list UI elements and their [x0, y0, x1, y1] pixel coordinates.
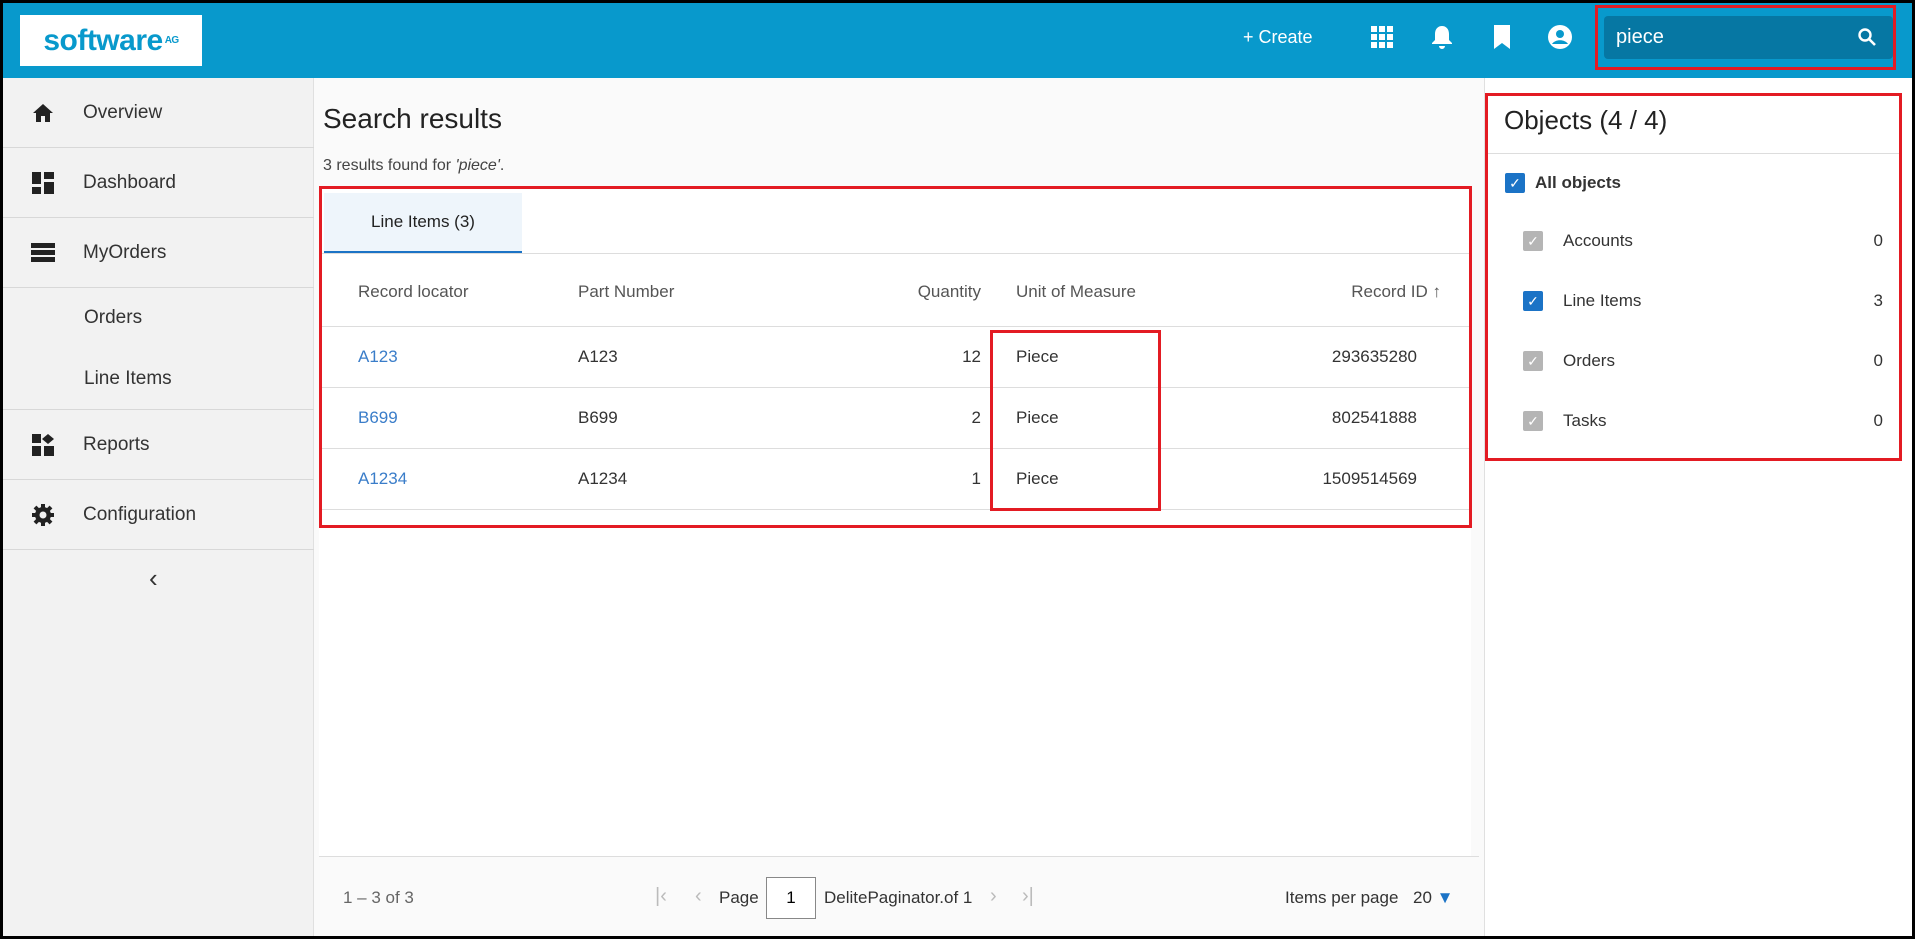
app: softwareAG + Create Overview Dashboard M…: [3, 3, 1912, 936]
logo[interactable]: software AG: [20, 15, 202, 66]
reports-icon: [3, 433, 83, 456]
bell-icon[interactable]: [1426, 21, 1458, 53]
list-icon: [3, 242, 83, 263]
sidebar: Overview Dashboard MyOrders Orders Line …: [3, 78, 314, 936]
page-input[interactable]: [766, 877, 816, 919]
dropdown-arrow-icon: ▼: [1436, 888, 1454, 907]
sidebar-item-line-items[interactable]: Line Items: [3, 348, 314, 410]
collapse-chevron-icon[interactable]: ‹: [149, 563, 158, 594]
items-per-page-select[interactable]: 20 ▼: [1413, 888, 1453, 908]
apps-grid-icon[interactable]: [1366, 21, 1398, 53]
sidebar-item-orders[interactable]: Orders: [3, 288, 314, 348]
search-input[interactable]: [1604, 16, 1893, 59]
items-per-page-label: Items per page: [1285, 888, 1399, 907]
range-label: 1 – 3 of 3: [343, 888, 414, 907]
sidebar-item-overview[interactable]: Overview: [3, 78, 314, 148]
sidebar-item-reports[interactable]: Reports: [3, 410, 314, 480]
page-label: Page: [719, 888, 759, 907]
page-title: Search results: [323, 103, 502, 134]
gear-icon: [3, 503, 83, 527]
next-page-icon[interactable]: ›: [990, 885, 997, 908]
sidebar-item-myorders[interactable]: MyOrders: [3, 218, 314, 288]
first-page-icon[interactable]: |‹: [655, 885, 667, 908]
page-count: DelitePaginator.of 1: [824, 888, 973, 907]
table-highlight: [319, 186, 1472, 528]
dashboard-icon: [3, 171, 83, 194]
last-page-icon[interactable]: ›|: [1022, 885, 1034, 908]
paginator: 1 – 3 of 3 |‹ ‹ Page DelitePaginator.of …: [319, 856, 1479, 936]
create-button[interactable]: + Create: [1243, 27, 1313, 48]
sidebar-item-configuration[interactable]: Configuration: [3, 480, 314, 550]
unit-column-highlight: [990, 330, 1161, 511]
search-icon[interactable]: [1857, 27, 1877, 52]
objects-highlight: [1485, 93, 1902, 461]
home-icon: [3, 103, 83, 123]
prev-page-icon[interactable]: ‹: [695, 885, 702, 908]
sidebar-item-dashboard[interactable]: Dashboard: [3, 148, 314, 218]
account-circle-icon[interactable]: [1544, 21, 1576, 53]
bookmark-icon[interactable]: [1486, 21, 1518, 53]
results-summary: 3 results found for 'piece'.: [323, 157, 505, 174]
